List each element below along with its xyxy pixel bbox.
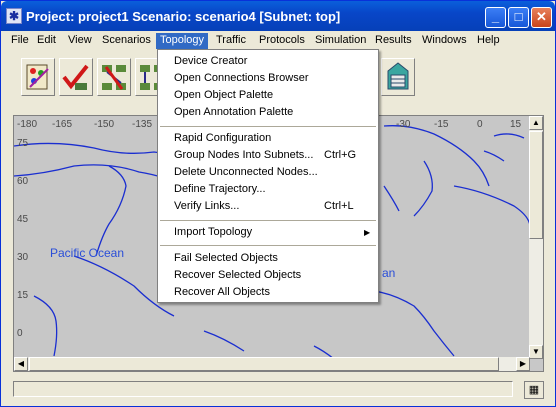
menu-simulation[interactable]: Simulation [311, 33, 370, 49]
menu-item-group-nodes-into-subnets[interactable]: Group Nodes Into Subnets... [174, 149, 313, 161]
submenu-arrow-icon: ▶ [364, 228, 371, 237]
verify-links-button[interactable] [59, 58, 93, 96]
latitude-label: 15 [17, 290, 29, 301]
menu-help[interactable]: Help [473, 33, 504, 49]
pacific-ocean-label: Pacific Ocean [50, 246, 125, 260]
menu-item-open-connections-browser[interactable]: Open Connections Browser [174, 72, 309, 84]
longitude-label: -30 [396, 119, 411, 130]
menu-separator [160, 245, 376, 246]
menu-item-device-creator[interactable]: Device Creator [174, 55, 247, 67]
menu-edit[interactable]: Edit [33, 33, 60, 49]
menu-protocols[interactable]: Protocols [255, 33, 309, 49]
failure-icon [102, 65, 126, 90]
window-title: Project: project1 Scenario: scenario4 [S… [26, 9, 341, 24]
message-log-icon[interactable]: ▦ [524, 381, 544, 399]
menu-item-rapid-configuration[interactable]: Rapid Configuration [174, 132, 271, 144]
fail-objects-button[interactable] [97, 58, 131, 96]
application-window: ✱ Project: project1 Scenario: scenario4 … [0, 0, 556, 407]
menu-file[interactable]: File [7, 33, 33, 49]
menu-item-fail-selected-objects[interactable]: Fail Selected Objects [174, 252, 278, 264]
object-palette-icon [26, 64, 49, 90]
longitude-label: 15 [510, 119, 522, 130]
topology-menu-dropdown: Device Creator Open Connections Browser … [157, 49, 379, 303]
close-button[interactable]: ✕ [531, 7, 552, 28]
longitude-label: -150 [94, 119, 115, 130]
menu-separator [160, 220, 376, 221]
vertical-scrollbar[interactable]: ▲ ▼ [529, 116, 543, 359]
vertical-scroll-thumb[interactable] [529, 131, 543, 239]
menu-item-define-trajectory[interactable]: Define Trajectory... [174, 183, 266, 195]
menu-separator [160, 126, 376, 127]
longitude-label: -180 [17, 119, 38, 130]
menu-topology[interactable]: Topology [156, 33, 209, 49]
menu-item-open-annotation-palette[interactable]: Open Annotation Palette [174, 106, 293, 118]
menu-item-recover-all-objects[interactable]: Recover All Objects [174, 286, 270, 298]
object-palette-button[interactable] [21, 58, 55, 96]
menu-bar: File Edit View Scenarios Topology Traffi… [1, 31, 555, 49]
scroll-left-button[interactable]: ◀ [14, 357, 28, 371]
horizontal-scroll-thumb[interactable] [29, 357, 499, 371]
menu-view[interactable]: View [64, 33, 96, 49]
menu-item-delete-unconnected-nodes[interactable]: Delete Unconnected Nodes... [174, 166, 318, 178]
minimize-button[interactable]: _ [485, 7, 506, 28]
latitude-label: 45 [17, 214, 29, 225]
menu-traffic[interactable]: Traffic [212, 33, 250, 49]
menu-results[interactable]: Results [371, 33, 416, 49]
browser-icon [387, 62, 409, 90]
atlantic-ocean-label: an [382, 266, 396, 280]
longitude-label: -15 [434, 119, 449, 130]
shortcut-ctrl-l: Ctrl+L [324, 200, 354, 212]
scroll-up-button[interactable]: ▲ [529, 116, 543, 130]
longitude-label: -165 [52, 119, 73, 130]
menu-windows[interactable]: Windows [418, 33, 471, 49]
menu-item-recover-selected-objects[interactable]: Recover Selected Objects [174, 269, 301, 281]
verify-links-icon [62, 64, 89, 90]
maximize-button[interactable]: □ [508, 7, 529, 28]
latitude-label: 75 [17, 138, 29, 149]
menu-item-verify-links[interactable]: Verify Links... [174, 200, 239, 212]
latitude-label: 30 [17, 252, 29, 263]
app-icon: ✱ [6, 8, 22, 24]
node-browser-button[interactable] [381, 58, 415, 96]
menu-item-import-topology[interactable]: Import Topology [174, 226, 252, 238]
menu-scenarios[interactable]: Scenarios [98, 33, 155, 49]
scroll-down-button[interactable]: ▼ [529, 345, 543, 359]
title-bar[interactable]: ✱ Project: project1 Scenario: scenario4 … [1, 1, 555, 31]
horizontal-scrollbar[interactable]: ◀ ▶ [14, 357, 530, 371]
latitude-label: 60 [17, 176, 29, 187]
latitude-label: 0 [17, 328, 23, 339]
longitude-label: -135 [132, 119, 153, 130]
shortcut-ctrl-g: Ctrl+G [324, 149, 357, 161]
longitude-label: 0 [477, 119, 483, 130]
scroll-right-button[interactable]: ▶ [516, 357, 530, 371]
menu-item-open-object-palette[interactable]: Open Object Palette [174, 89, 273, 101]
status-bar [13, 381, 513, 397]
